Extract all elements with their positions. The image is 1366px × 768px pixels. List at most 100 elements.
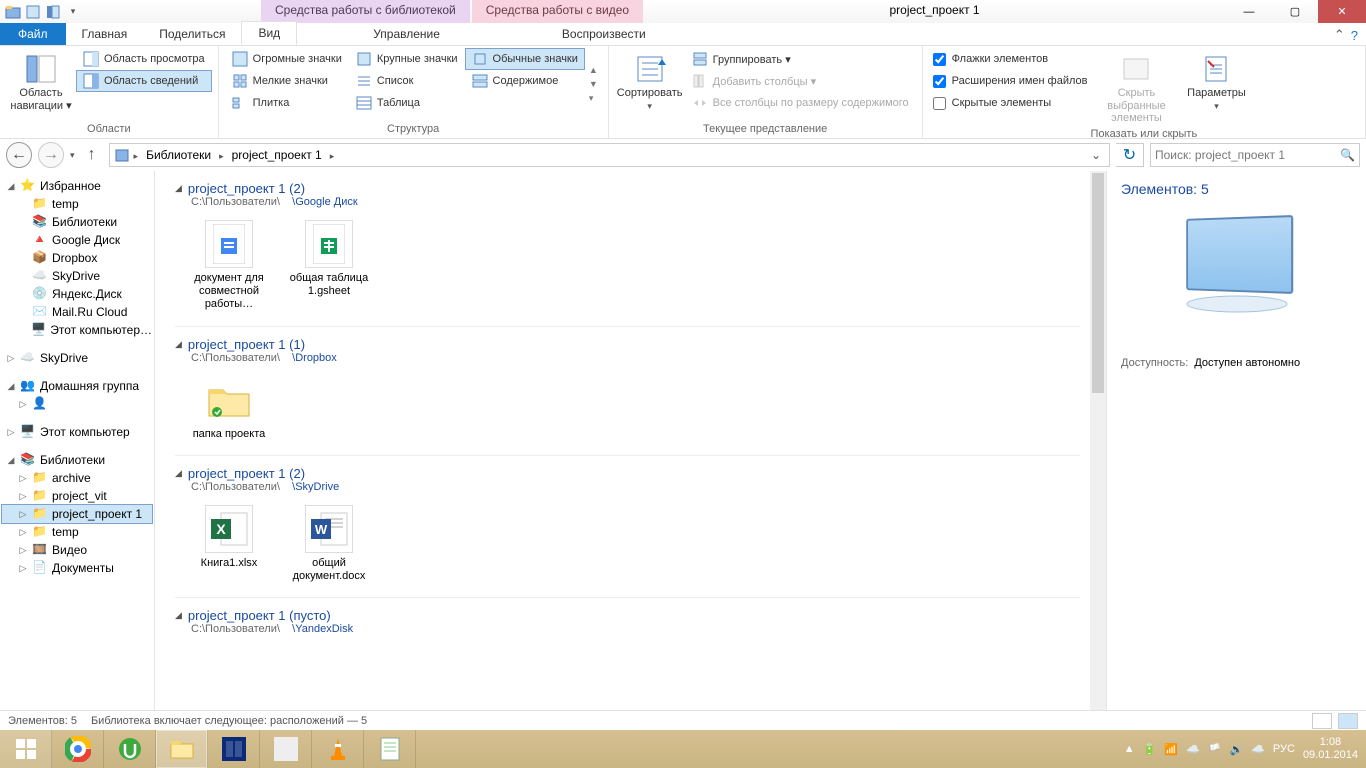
checkboxes-toggle[interactable]: Флажки элементов [929,48,1092,70]
crumb-sep-icon[interactable] [132,148,141,162]
layout-md-button[interactable]: Обычные значки [465,48,585,70]
crumb-sep-icon[interactable] [328,148,337,162]
taskbar-unknown[interactable] [260,730,312,768]
tree-favorites[interactable]: ◢⭐Избранное [2,177,152,195]
view-icons-button[interactable] [1338,713,1358,729]
start-button[interactable] [0,730,52,768]
navigation-tree[interactable]: ◢⭐Избранное 📁temp 📚Библиотеки 🔺Google Ди… [0,171,155,710]
tree-lib-item[interactable]: ▷🎞️Видео [2,541,152,559]
taskbar-utorrent[interactable] [104,730,156,768]
qat-newfolder-icon[interactable] [44,3,62,21]
taskbar-totalcmd[interactable] [208,730,260,768]
tray-clock[interactable]: 1:08 09.01.2014 [1303,736,1358,762]
tray-cloud-icon[interactable]: ☁️ [1186,743,1200,756]
tab-view[interactable]: Вид [241,21,297,45]
file-item[interactable]: документ для совместной работы… [189,220,269,312]
sort-button[interactable]: Сортировать [615,48,685,121]
recent-locations-icon[interactable]: ▾ [70,150,75,161]
group-header[interactable]: ◢project_проект 1 (пусто) [175,604,1080,623]
file-item[interactable]: XКнига1.xlsx [189,505,269,583]
file-list-inner[interactable]: ◢project_проект 1 (2) C:\Пользователи\ \… [155,171,1090,710]
taskbar-explorer[interactable] [156,730,208,768]
layout-table-button[interactable]: Таблица [349,92,465,114]
tab-manage[interactable]: Управление [357,23,456,45]
view-details-button[interactable] [1312,713,1332,729]
group-header[interactable]: ◢project_проект 1 (2) [175,177,1080,196]
file-item[interactable]: общая таблица 1.gsheet [289,220,369,312]
extensions-toggle[interactable]: Расширения имен файлов [929,70,1092,92]
tree-lib-item-selected[interactable]: ▷📁project_проект 1 [2,505,152,523]
tray-flag-icon[interactable]: 🏳️ [1208,743,1222,756]
tree-fav-item[interactable]: 💿Яндекс.Диск [2,285,152,303]
refresh-button[interactable]: ↻ [1116,143,1144,167]
tree-homegroup-item[interactable]: ▷👤 [2,395,152,413]
layout-detail-button[interactable]: Содержимое [465,70,585,92]
tree-libraries[interactable]: ◢📚Библиотеки [2,451,152,469]
minimize-button[interactable]: — [1226,0,1272,23]
layout-sm-button[interactable]: Мелкие значки [225,70,349,92]
tree-lib-item[interactable]: ▷📁archive [2,469,152,487]
maximize-button[interactable]: ▢ [1272,0,1318,23]
crumb-sep-icon[interactable] [217,148,226,162]
crumb-dropdown-icon[interactable]: ⌄ [1087,148,1105,162]
folder-item[interactable]: папка проекта [189,376,269,441]
content-scrollbar[interactable] [1090,171,1106,710]
tree-lib-item[interactable]: ▷📁temp [2,523,152,541]
close-button[interactable]: ✕ [1318,0,1366,23]
tree-fav-item[interactable]: ✉️Mail.Ru Cloud [2,303,152,321]
group-header[interactable]: ◢project_проект 1 (2) [175,462,1080,481]
tree-fav-item[interactable]: 🖥️Этот компьютер… [2,321,152,339]
layout-tiles-button[interactable]: Плитка [225,92,349,114]
qat-properties-icon[interactable] [24,3,42,21]
tree-fav-item[interactable]: 📦Dropbox [2,249,152,267]
tree-thispc[interactable]: ▷🖥️Этот компьютер [2,423,152,441]
tree-fav-item[interactable]: 📁temp [2,195,152,213]
layout-xl-button[interactable]: Огромные значки [225,48,349,70]
layout-more-icon[interactable]: ▾ [589,93,598,104]
layout-lg-button[interactable]: Крупные значки [349,48,465,70]
groupby-button[interactable]: Группировать ▾ [685,48,916,70]
context-tab-library[interactable]: Средства работы с библиотекой [261,0,470,23]
options-button[interactable]: Параметры [1181,48,1251,126]
explorer-icon[interactable] [4,3,22,21]
preview-pane-button[interactable]: Область просмотра [76,48,212,70]
layout-scroll-up-icon[interactable]: ▲ [589,65,598,75]
hidden-toggle[interactable]: Скрытые элементы [929,92,1092,114]
tray-volume-icon[interactable]: 🔊 [1230,743,1244,756]
crumb-libraries[interactable]: Библиотеки [142,148,215,162]
tree-skydrive[interactable]: ▷☁️SkyDrive [2,349,152,367]
tab-file[interactable]: Файл [0,23,66,45]
up-button[interactable]: ↑ [81,144,103,166]
taskbar-chrome[interactable] [52,730,104,768]
tab-play[interactable]: Воспроизвести [546,23,662,45]
taskbar-notepad[interactable] [364,730,416,768]
back-button[interactable]: ← [6,142,32,168]
layout-scroll-down-icon[interactable]: ▼ [589,79,598,89]
collapse-ribbon-icon[interactable]: ⌃ [1334,27,1345,43]
navigation-pane-button[interactable]: Область навигации ▾ [6,48,76,121]
taskbar-vlc[interactable] [312,730,364,768]
search-box[interactable]: Поиск: project_проект 1 🔍 [1150,143,1360,167]
tray-network-icon[interactable]: 📶 [1164,743,1178,756]
tray-battery-icon[interactable]: 🔋 [1143,743,1157,756]
scrollbar-thumb[interactable] [1092,173,1104,393]
context-tab-video[interactable]: Средства работы с видео [472,0,643,23]
tab-home[interactable]: Главная [66,23,144,45]
crumb-current[interactable]: project_проект 1 [228,148,326,162]
help-icon[interactable]: ? [1351,28,1358,43]
tab-share[interactable]: Поделиться [143,23,241,45]
tree-lib-item[interactable]: ▷📁project_vit [2,487,152,505]
tree-fav-item[interactable]: 🔺Google Диск [2,231,152,249]
file-item[interactable]: Wобщий документ.docx [289,505,369,583]
tree-fav-item[interactable]: ☁️SkyDrive [2,267,152,285]
breadcrumb[interactable]: Библиотеки project_проект 1 ⌄ [109,143,1110,167]
tree-lib-item[interactable]: ▷📄Документы [2,559,152,577]
tray-overflow-icon[interactable]: ▲ [1124,743,1135,755]
qat-dropdown-icon[interactable] [64,3,82,21]
tree-homegroup[interactable]: ◢👥Домашняя группа [2,377,152,395]
tray-sync-icon[interactable]: ☁️ [1251,743,1265,756]
details-pane-button[interactable]: Область сведений [76,70,212,92]
group-header[interactable]: ◢project_проект 1 (1) [175,333,1080,352]
tree-fav-item[interactable]: 📚Библиотеки [2,213,152,231]
tray-language[interactable]: РУС [1273,743,1295,755]
